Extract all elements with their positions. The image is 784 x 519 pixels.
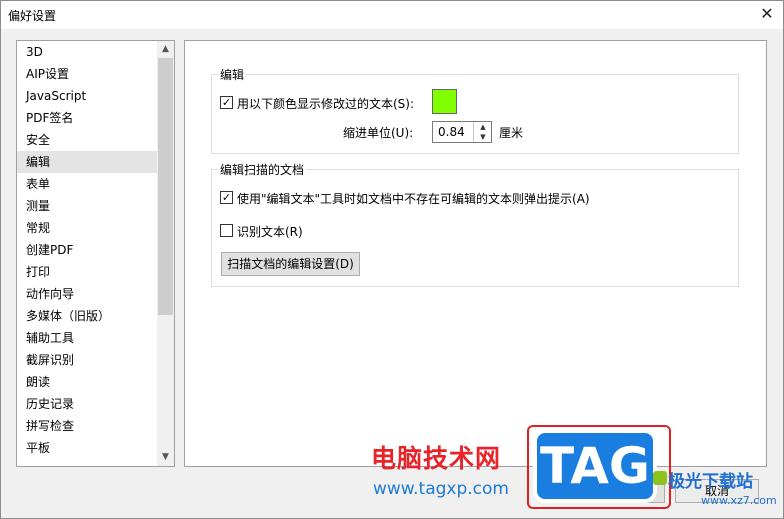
category-item-forms[interactable]: 表单 [17,173,157,195]
title-bar: 偏好设置 ✕ [1,1,783,29]
recognize-text-checkbox[interactable] [220,224,233,237]
category-item-javascript[interactable]: JavaScript [17,85,157,107]
category-scrollbar[interactable]: ▲ ▼ [157,41,174,466]
category-item-general[interactable]: 常规 [17,217,157,239]
category-item-print[interactable]: 打印 [17,261,157,283]
category-item-action-wizard[interactable]: 动作向导 [17,283,157,305]
spin-down-icon[interactable]: ▼ [474,132,492,142]
category-item-edit[interactable]: 编辑 [17,151,157,173]
category-item-multimedia-legacy[interactable]: 多媒体（旧版） [17,305,157,327]
category-item-create-pdf[interactable]: 创建PDF [17,239,157,261]
preferences-dialog: 偏好设置 ✕ 3D AIP设置 JavaScript PDF签名 安全 编辑 表… [0,0,784,519]
recognize-text-label: 识别文本(R) [237,225,303,239]
category-item-security[interactable]: 安全 [17,129,157,151]
close-icon[interactable]: ✕ [756,3,778,25]
category-item-tablet[interactable]: 平板 [17,437,157,459]
window-title: 偏好设置 [8,9,57,23]
indent-value[interactable]: 0.84 [438,125,465,139]
watermark-site-name: 极光下载站 [668,472,753,492]
indent-stepper[interactable]: 0.84 ▲ ▼ [432,121,492,143]
show-modified-text-checkbox[interactable]: ✓ [220,96,233,109]
scan-edit-settings-button[interactable]: 扫描文档的编辑设置(D) [221,252,360,276]
category-item-accessibility[interactable]: 辅助工具 [17,327,157,349]
spin-buttons[interactable]: ▲ ▼ [473,122,492,142]
watermark-tag-logo: TAG [533,429,657,503]
prompt-no-editable-text-label: 使用"编辑文本"工具时如文档中不存在可编辑的文本则弹出提示(A) [237,192,590,206]
watermark-site-logo [653,471,667,485]
category-item-history[interactable]: 历史记录 [17,393,157,415]
category-item-read-aloud[interactable]: 朗读 [17,371,157,393]
settings-panel: 编辑 ✓ 用以下颜色显示修改过的文本(S): 缩进单位(U): 0.84 ▲ ▼… [184,40,767,467]
check-icon: ✓ [221,96,232,109]
category-item-measure[interactable]: 测量 [17,195,157,217]
indent-label: 缩进单位(U): [343,126,414,140]
category-item-pdf-signature[interactable]: PDF签名 [17,107,157,129]
scroll-down-icon[interactable]: ▼ [157,449,174,466]
show-modified-text-label: 用以下颜色显示修改过的文本(S): [237,97,415,111]
category-item-aip[interactable]: AIP设置 [17,63,157,85]
check-icon: ✓ [221,191,232,204]
watermark-url: www.tagxp.com [373,479,509,499]
prompt-no-editable-text-checkbox[interactable]: ✓ [220,191,233,204]
category-item-screen-ocr[interactable]: 截屏识别 [17,349,157,371]
watermark-site-url: www.xz7.com [701,494,777,507]
spin-up-icon[interactable]: ▲ [474,122,492,132]
indent-unit-label: 厘米 [499,126,524,140]
category-list[interactable]: 3D AIP设置 JavaScript PDF签名 安全 编辑 表单 测量 常规… [16,40,175,467]
scrollbar-thumb[interactable] [158,58,173,315]
scan-group-title: 编辑扫描的文档 [218,161,307,178]
category-item-3d[interactable]: 3D [17,41,157,63]
scroll-up-icon[interactable]: ▲ [157,41,174,58]
watermark-brand: 电脑技术网 [371,444,502,473]
highlight-color-swatch[interactable] [432,89,457,114]
category-item-spelling[interactable]: 拼写检查 [17,415,157,437]
edit-group-title: 编辑 [218,66,247,83]
